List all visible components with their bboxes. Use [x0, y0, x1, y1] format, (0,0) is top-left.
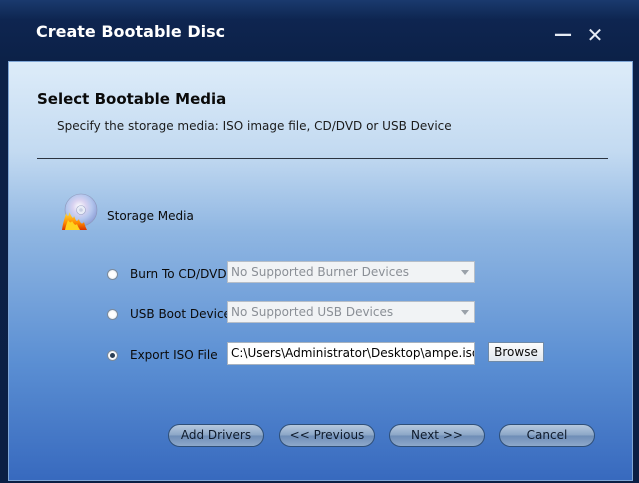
iso-radio[interactable]	[107, 350, 118, 361]
burner-device-dropdown[interactable]: No Supported Burner Devices	[227, 261, 475, 283]
burning-disc-icon	[62, 193, 98, 230]
usb-label: USB Boot Device	[130, 307, 231, 321]
burn-label: Burn To CD/DVD	[130, 267, 227, 281]
next-button[interactable]: Next >>	[389, 424, 485, 447]
minimize-button[interactable]: —	[552, 24, 574, 46]
burn-radio[interactable]	[107, 269, 118, 280]
title-bar: Create Bootable Disc — ✕	[0, 0, 639, 60]
iso-path-input[interactable]: C:\Users\Administrator\Desktop\ampe.iso	[227, 342, 475, 365]
add-drivers-button[interactable]: Add Drivers	[168, 424, 264, 447]
usb-device-dropdown[interactable]: No Supported USB Devices	[227, 301, 475, 323]
previous-button[interactable]: << Previous	[279, 424, 375, 447]
cancel-button[interactable]: Cancel	[499, 424, 595, 447]
usb-device-value: No Supported USB Devices	[231, 305, 394, 319]
iso-label: Export ISO File	[130, 348, 218, 362]
window-title: Create Bootable Disc	[36, 22, 226, 41]
page-title: Select Bootable Media	[37, 90, 227, 108]
create-bootable-disc-window: Create Bootable Disc — ✕ Select Bootable…	[0, 0, 639, 483]
browse-button[interactable]: Browse	[488, 342, 544, 362]
storage-media-label: Storage Media	[107, 209, 194, 223]
chevron-down-icon	[461, 310, 469, 315]
page-subtitle: Specify the storage media: ISO image fil…	[57, 119, 452, 133]
burner-device-value: No Supported Burner Devices	[231, 265, 409, 279]
usb-radio[interactable]	[107, 309, 118, 320]
close-button[interactable]: ✕	[584, 24, 606, 46]
content-panel: Select Bootable Media Specify the storag…	[8, 61, 633, 481]
chevron-down-icon	[461, 270, 469, 275]
divider	[37, 158, 608, 159]
